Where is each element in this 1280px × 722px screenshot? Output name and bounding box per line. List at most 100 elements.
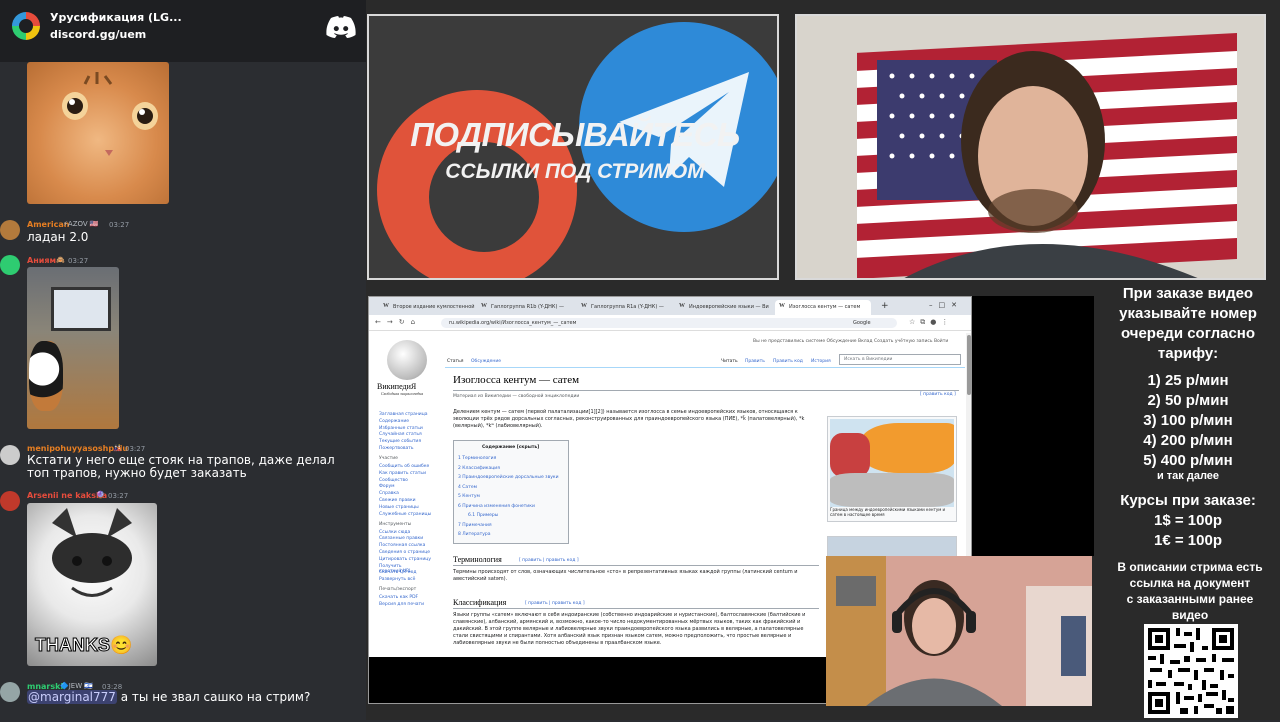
pricing-tier: 4) 200 р/мин: [1143, 432, 1233, 449]
pricing-intro-line: тарифу:: [1157, 345, 1219, 362]
pricing-tier: 2) 50 р/мин: [1147, 392, 1229, 409]
sidebar-link[interactable]: Сведения о странице: [379, 550, 441, 557]
sidebar-heading: Печать/экспорт: [379, 587, 417, 593]
us-flag-icon: [857, 32, 1237, 278]
window-controls[interactable]: –□✕: [929, 301, 963, 309]
avatar[interactable]: [0, 220, 20, 240]
pricing-tier: 3) 100 р/мин: [1143, 412, 1233, 429]
article-intro: Делением кентум — сатем (первой палатали…: [453, 409, 805, 429]
cat-face-icon: [62, 72, 158, 156]
username[interactable]: Аниям: [27, 256, 56, 265]
toc-item[interactable]: 8 Литература: [458, 532, 491, 537]
message-text: ладан 2.0: [27, 230, 89, 244]
sidebar-link[interactable]: Как править статьи: [379, 471, 441, 478]
server-name: Урусификация (LG...: [50, 11, 182, 24]
sidebar-link[interactable]: Новые страницы: [379, 505, 441, 512]
toc-item[interactable]: 4 Сатем: [458, 485, 477, 490]
pricing-intro-line: При заказе видео: [1122, 285, 1254, 302]
wiki-search-input[interactable]: Искать в Википедии: [839, 354, 961, 365]
section-edit-link[interactable]: [ править | править код ]: [519, 558, 579, 563]
avatar[interactable]: [0, 491, 20, 511]
discord-banner[interactable]: Урусификация (LG... discord.gg/uem: [0, 0, 366, 62]
sidebar-link[interactable]: Содержание: [379, 419, 441, 426]
toc-item[interactable]: 6 Причина изменения фонетики: [458, 504, 535, 509]
timestamp: 03:27: [68, 257, 89, 265]
timestamp: 03:27: [109, 221, 130, 229]
user-badge: 🙈: [56, 256, 65, 264]
nav-buttons[interactable]: ←→↻⌂: [375, 318, 421, 326]
avatar[interactable]: [0, 445, 20, 465]
wikipedia-logo-title[interactable]: ВикипедиЯ: [377, 382, 416, 391]
promo-subtitle: ССЫЛКИ ПОД СТРИМОМ: [445, 160, 705, 183]
user-mention[interactable]: @marginal777: [27, 690, 117, 704]
tab-edit-source[interactable]: Править код: [773, 359, 803, 364]
toc-item[interactable]: 7 Примечания: [458, 523, 492, 528]
toc-item[interactable]: 6.1 Примеры: [468, 513, 498, 518]
map-thumbnail[interactable]: Граница между индоевропейскими языками к…: [827, 416, 957, 522]
qr-code-icon[interactable]: [1144, 624, 1238, 718]
edit-link[interactable]: [ править код ]: [920, 392, 956, 397]
sidebar-link[interactable]: Цитировать страницу: [379, 557, 441, 564]
section-terminology-text: Термины происходят от слов, означающих ч…: [453, 569, 798, 582]
browser-tab[interactable]: Второе издание кумлостенной: [379, 300, 475, 315]
toc-item[interactable]: 1 Терминология: [458, 456, 496, 461]
message-text: @marginal777 а ты не звал сашко на стрим…: [27, 690, 310, 704]
sidebar-link[interactable]: Постоянная ссылка: [379, 543, 441, 550]
toc-item[interactable]: 5 Кентум: [458, 494, 480, 499]
rates-title: Курсы при заказе:: [1120, 492, 1256, 509]
sidebar-link[interactable]: Свежие правки: [379, 498, 441, 505]
desk-cat-image[interactable]: [27, 267, 119, 429]
section-edit-link[interactable]: [ править | править код ]: [525, 601, 585, 606]
user-badge: 🎎: [113, 444, 122, 452]
centum-region: [830, 433, 870, 477]
webcam-main: [795, 14, 1266, 280]
toc-item[interactable]: 2 Классификация: [458, 466, 500, 471]
sidebar-link[interactable]: Пожертвовать: [379, 446, 441, 456]
tab-history[interactable]: История: [811, 359, 831, 364]
avatar[interactable]: [0, 682, 20, 702]
search-placeholder: Искать в Википедии: [844, 357, 893, 362]
user-badge: ⚡AZOV 🇺🇸: [63, 220, 99, 228]
section-terminology-heading: Терминология: [453, 555, 502, 564]
browser-tab-active[interactable]: Изоглосса кентум — сатем: [775, 300, 871, 315]
sidebar-link[interactable]: Заглавная страница: [379, 412, 441, 419]
description-note: ссылка на документ: [1129, 576, 1251, 590]
sidebar-link[interactable]: Версия для печати: [379, 602, 441, 609]
sidebar-link[interactable]: Развернуть всё: [379, 577, 441, 587]
tab-edit[interactable]: Править: [745, 359, 765, 364]
new-tab-icon[interactable]: +: [881, 301, 889, 311]
timestamp: 03:27: [125, 445, 146, 453]
toc-title[interactable]: Содержание [скрыть]: [482, 445, 539, 450]
sidebar-link[interactable]: Служебные страницы: [379, 512, 441, 522]
server-invite-link[interactable]: discord.gg/uem: [50, 28, 146, 41]
rate-line: 1$ = 100р: [1154, 512, 1222, 529]
section-classification-heading: Классификация: [453, 598, 507, 607]
rutube-logo-hole: [429, 142, 539, 252]
toolbar-icons[interactable]: ☆⧉●⋮: [909, 318, 953, 327]
wikipedia-globe-icon[interactable]: [387, 340, 427, 380]
sidebar-link[interactable]: Сообщить об ошибке: [379, 464, 441, 471]
sidebar-link[interactable]: Справка: [379, 491, 441, 498]
user-links[interactable]: Вы не представились системе Обсуждение В…: [753, 339, 948, 344]
browser-tab[interactable]: Гаплогруппа R1a (Y-ДНК) —: [577, 300, 673, 315]
url-bar[interactable]: ru.wikipedia.org/wiki/Изоглосса_кентум_—…: [441, 318, 897, 328]
pricing-tier: 5) 400 р/мин: [1143, 452, 1233, 469]
browser-tab[interactable]: Гаплогруппа R1b (Y-ДНК) —: [477, 300, 573, 315]
guest-person-icon: [826, 556, 1092, 706]
scrollbar-thumb[interactable]: [967, 335, 971, 395]
toc-item[interactable]: 3 Праиндоевропейские дорсальные звуки: [458, 475, 559, 480]
cat-image[interactable]: [27, 62, 169, 204]
tab-talk[interactable]: Обсуждение: [471, 359, 501, 364]
sidebar-link[interactable]: Скачать как PDF: [379, 595, 441, 602]
browser-tab[interactable]: Индоевропейские языки — Ви: [675, 300, 771, 315]
pricing-tier: 1) 25 р/мин: [1147, 372, 1229, 389]
sidebar-link[interactable]: Текущие события: [379, 439, 441, 446]
avatar[interactable]: [0, 255, 20, 275]
user-badge: 🔮: [96, 491, 105, 499]
satem-region: [860, 423, 954, 473]
tab-article[interactable]: Статья: [447, 359, 464, 364]
tab-read[interactable]: Читать: [721, 359, 738, 364]
black-panel: [972, 296, 1094, 556]
sidebar-heading: Инструменты: [379, 521, 412, 527]
thanks-cat-image[interactable]: THANKS😊: [27, 503, 157, 666]
